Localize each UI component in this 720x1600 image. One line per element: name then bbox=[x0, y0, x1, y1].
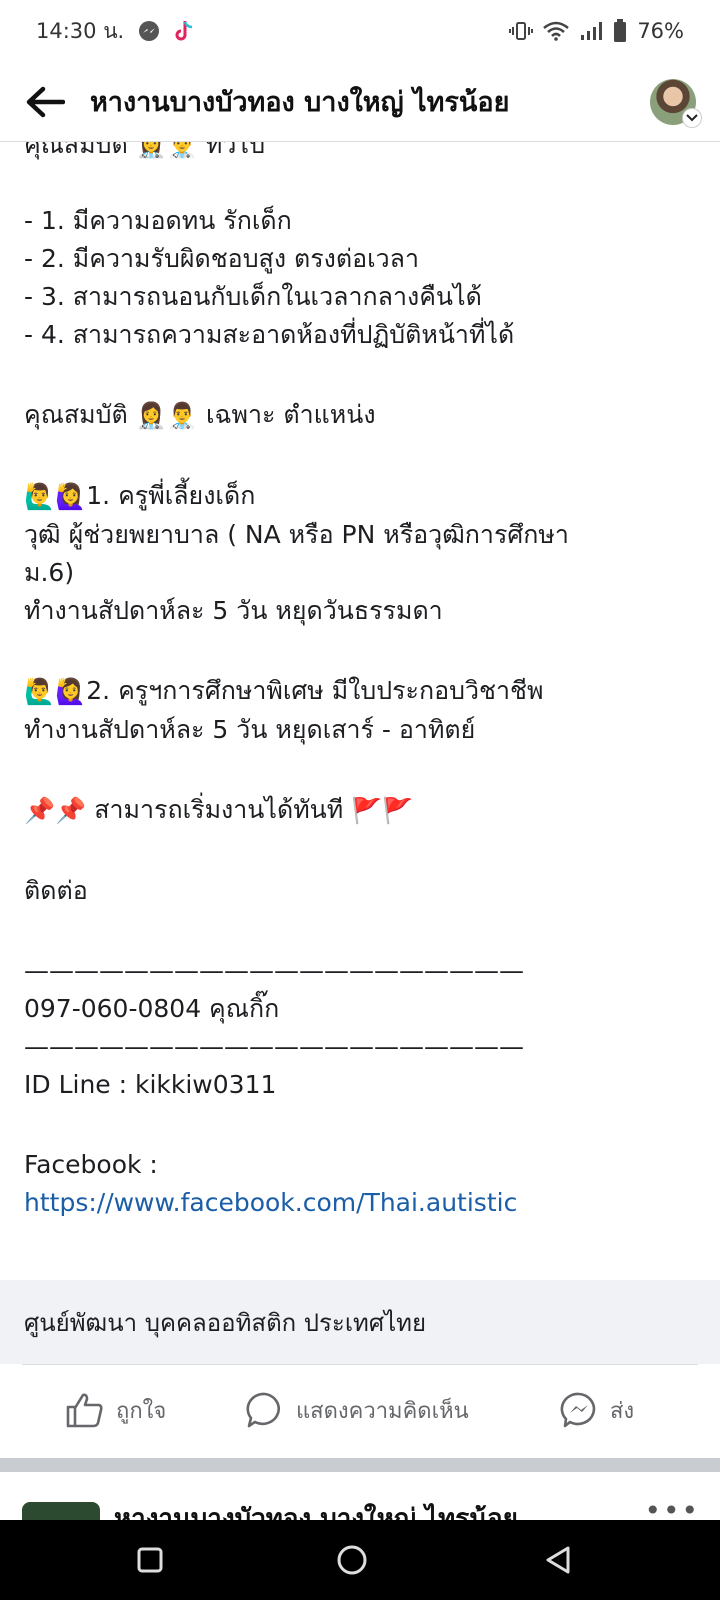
signal-icon bbox=[579, 21, 603, 41]
profile-avatar-button[interactable] bbox=[640, 62, 706, 142]
home-circle-icon bbox=[337, 1545, 367, 1575]
tiktok-notification-icon bbox=[174, 19, 194, 43]
page-title: หางานบางบัวทอง บางใหญ่ ไทรน้อย bbox=[90, 87, 510, 118]
post-line-cut: คุณสมบัติ 👩‍⚕️👨‍⚕️ ทั่วไป bbox=[24, 142, 265, 159]
divider-rule: ———————————————————— bbox=[24, 956, 524, 985]
send-button[interactable]: ส่ง bbox=[560, 1391, 634, 1429]
start-now-line: 📌📌 สามารถเริ่มงานได้ทันที 🚩🚩 bbox=[24, 791, 696, 830]
line-id: ID Line : kikkiw0311 bbox=[24, 1070, 277, 1099]
wifi-icon bbox=[543, 21, 570, 41]
pushpin-emoji-icon: 📌📌 bbox=[24, 796, 87, 825]
system-back-button[interactable] bbox=[528, 1530, 588, 1590]
send-label: ส่ง bbox=[610, 1398, 635, 1424]
next-post-title[interactable]: หางานบางบัวทอง บางใหญ่ ไทรน้อย bbox=[114, 1498, 518, 1520]
job-detail: ม.6) bbox=[24, 558, 75, 587]
job-detail: ทำงานสัปดาห์ละ 5 วัน หยุดวันธรรมดา bbox=[24, 596, 443, 625]
requirement-item: - 4. สามารถความสะอาดห้องที่ปฏิบัติหน้าที… bbox=[24, 320, 515, 349]
post-action-bar: ถูกใจ แสดงความคิดเห็น ส่ง bbox=[0, 1365, 720, 1455]
messenger-notification-icon bbox=[138, 20, 160, 42]
messenger-icon bbox=[560, 1392, 596, 1428]
specific-heading: คุณสมบัติ 👩‍⚕️👨‍⚕️ เฉพาะ ตำแหน่ง bbox=[24, 396, 696, 435]
red-flag-emoji-icon: 🚩🚩 bbox=[351, 796, 414, 825]
facebook-label: Facebook : bbox=[24, 1150, 158, 1179]
recent-apps-button[interactable] bbox=[120, 1530, 180, 1590]
battery-icon bbox=[613, 19, 627, 43]
job-title: 🙋‍♂️🙋‍♀️1. ครูพี่เลี้ยงเด็ก bbox=[24, 477, 696, 516]
raising-hand-emoji-icon: 🙋‍♂️🙋‍♀️ bbox=[24, 677, 87, 706]
next-post-thumbnail[interactable] bbox=[22, 1502, 100, 1520]
back-triangle-icon bbox=[546, 1546, 570, 1574]
contact-label: ติดต่อ bbox=[24, 876, 88, 905]
requirement-item: - 2. มีความรับผิดชอบสูง ตรงต่อเวลา bbox=[24, 244, 420, 273]
vibrate-icon bbox=[509, 20, 534, 42]
comment-label: แสดงความคิดเห็น bbox=[296, 1398, 469, 1424]
phone-number[interactable]: 097-060-0804 คุณกิ๊ก bbox=[24, 990, 696, 1028]
thumbs-up-icon bbox=[66, 1393, 103, 1428]
like-button[interactable]: ถูกใจ bbox=[66, 1392, 166, 1428]
back-button[interactable] bbox=[0, 62, 90, 142]
job-detail: วุฒิ ผู้ช่วยพยาบาล ( NA หรือ PN หรือวุฒิ… bbox=[24, 520, 569, 549]
requirement-item: - 3. สามารถนอนกับเด็กในเวลากลางคืนได้ bbox=[24, 282, 482, 311]
comment-button[interactable]: แสดงความคิดเห็น bbox=[246, 1391, 469, 1429]
battery-percent: 76% bbox=[637, 19, 684, 43]
doctor-emoji-icon: 👩‍⚕️👨‍⚕️ bbox=[135, 401, 198, 430]
facebook-link[interactable]: https://www.facebook.com/Thai.autistic bbox=[24, 1184, 696, 1222]
like-label: ถูกใจ bbox=[116, 1398, 167, 1424]
raising-hand-emoji-icon: 🙋‍♂️🙋‍♀️ bbox=[24, 482, 87, 511]
job-detail: ทำงานสัปดาห์ละ 5 วัน หยุดเสาร์ - อาทิตย์ bbox=[24, 715, 476, 744]
job-title: 🙋‍♂️🙋‍♀️2. ครูฯการศึกษาพิเศษ มีใบประกอบว… bbox=[24, 672, 696, 711]
chevron-down-icon bbox=[682, 107, 702, 128]
divider-rule: ———————————————————— bbox=[24, 1032, 524, 1061]
comment-bubble-icon bbox=[246, 1392, 280, 1428]
recent-apps-icon bbox=[137, 1547, 163, 1573]
link-preview-card[interactable]: ศูนย์พัฒนา บุคคลออทิสติก ประเทศไทย bbox=[0, 1280, 720, 1364]
app-header: หางานบางบัวทอง บางใหญ่ ไทรน้อย bbox=[0, 62, 720, 142]
post-body: คุณสมบัติ 👩‍⚕️👨‍⚕️ ทั่วไป - 1. มีความอดท… bbox=[0, 142, 720, 1280]
requirement-item: - 1. มีความอดทน รักเด็ก bbox=[24, 206, 292, 235]
home-button[interactable] bbox=[322, 1530, 382, 1590]
status-bar: 14:30 น. 76% bbox=[0, 0, 720, 62]
next-post-header: หางานบางบัวทอง บางใหญ่ ไทรน้อย ••• bbox=[0, 1472, 720, 1520]
status-time: 14:30 น. bbox=[36, 18, 125, 43]
back-arrow-icon bbox=[26, 86, 65, 117]
system-nav-bar bbox=[0, 1520, 720, 1600]
more-options-icon[interactable]: ••• bbox=[644, 1494, 700, 1520]
feed-separator bbox=[0, 1458, 720, 1472]
link-preview-title: ศูนย์พัฒนา บุคคลออทิสติก ประเทศไทย bbox=[24, 1308, 427, 1337]
